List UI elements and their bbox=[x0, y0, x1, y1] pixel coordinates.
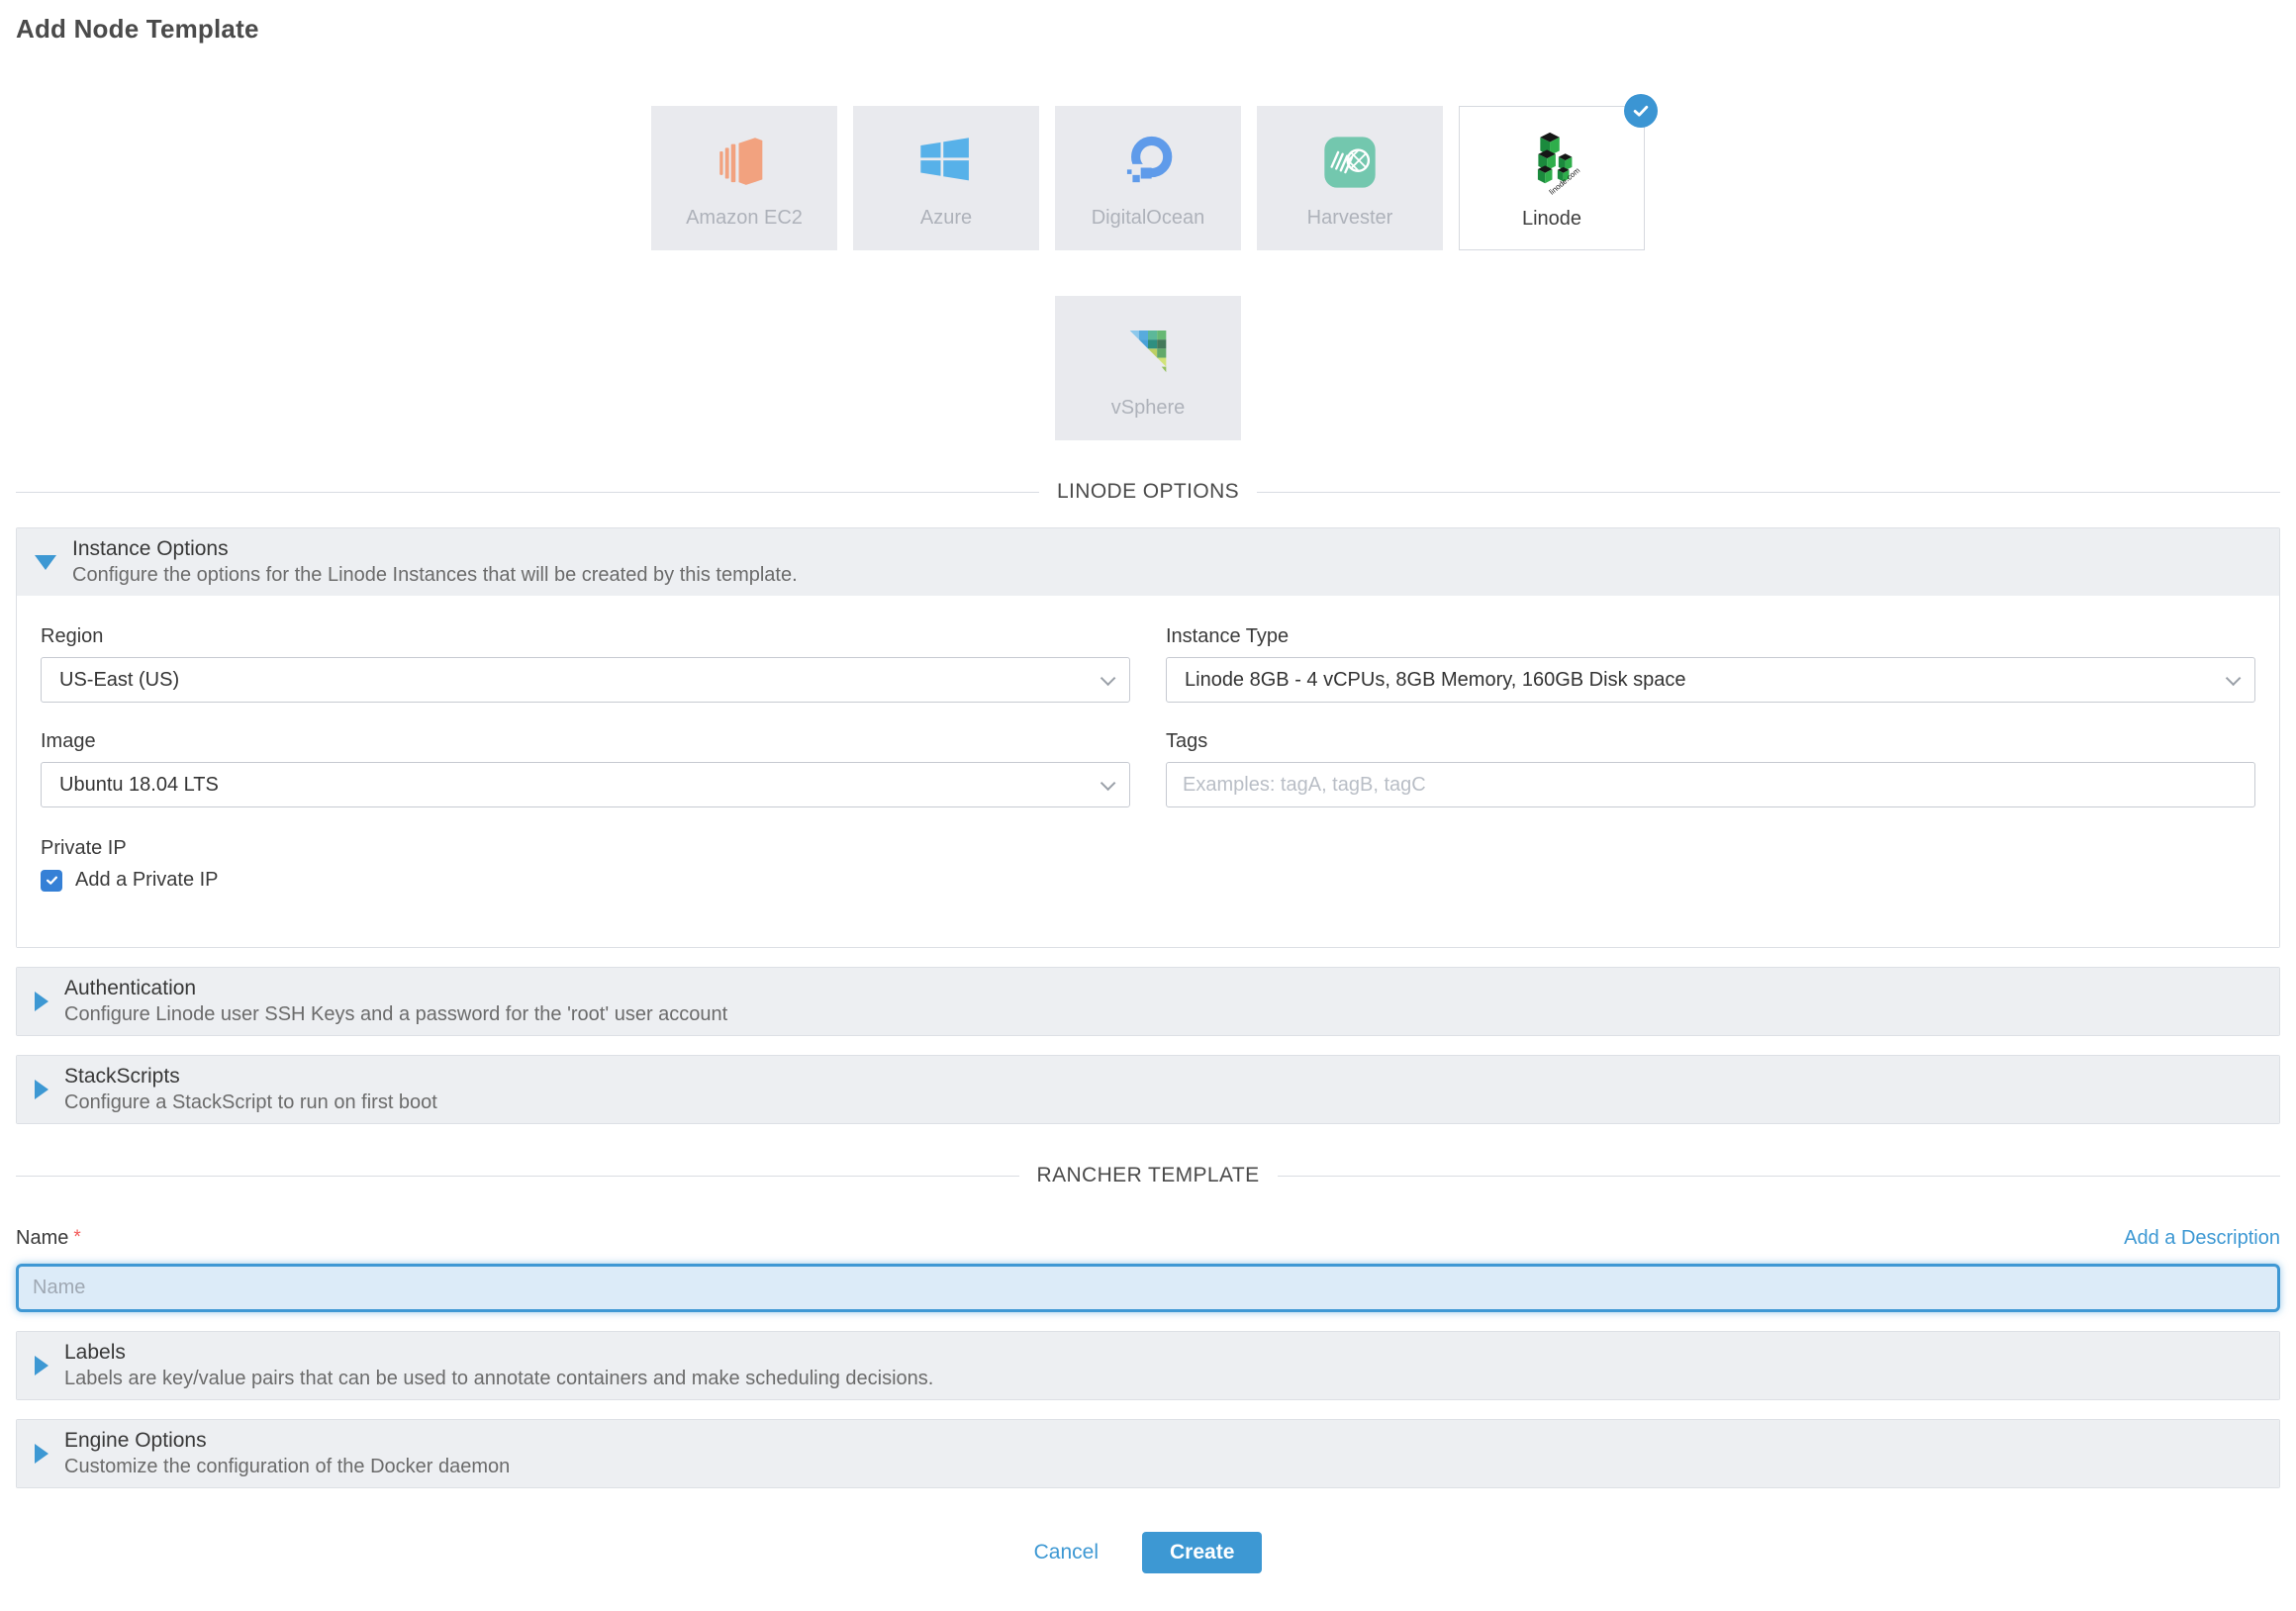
instance-type-label: Instance Type bbox=[1166, 625, 2255, 648]
section-title: Instance Options bbox=[72, 537, 798, 561]
page-title: Add Node Template bbox=[16, 14, 2280, 45]
section-labels: Labels Labels are key/value pairs that c… bbox=[16, 1331, 2280, 1400]
triangle-right-icon bbox=[35, 1444, 48, 1464]
check-icon bbox=[45, 873, 59, 888]
triangle-right-icon bbox=[35, 992, 48, 1011]
divider-line bbox=[16, 1176, 1019, 1177]
instance-options-header-text: Instance Options Configure the options f… bbox=[72, 537, 798, 587]
engine-options-header[interactable]: Engine Options Customize the configurati… bbox=[17, 1420, 2279, 1487]
provider-card-amazon-ec2[interactable]: Amazon EC2 bbox=[651, 106, 837, 250]
divider-line bbox=[1257, 492, 2280, 493]
stackscripts-header-text: StackScripts Configure a StackScript to … bbox=[64, 1065, 437, 1114]
region-select-value: US-East (US) bbox=[59, 669, 179, 692]
provider-card-harvester[interactable]: Harvester bbox=[1257, 106, 1443, 250]
section-subtitle: Configure Linode user SSH Keys and a pas… bbox=[64, 1003, 727, 1026]
divider-line bbox=[1278, 1176, 2281, 1177]
section-subtitle: Labels are key/value pairs that can be u… bbox=[64, 1368, 933, 1390]
divider-label: RANCHER TEMPLATE bbox=[1037, 1164, 1260, 1187]
add-node-template-page: Add Node Template Amazon EC2 bbox=[0, 0, 2296, 1611]
linode-icon: linode.com bbox=[1517, 107, 1586, 206]
private-ip-checkbox-row[interactable]: Add a Private IP bbox=[41, 869, 2255, 892]
provider-card-label: Linode bbox=[1522, 208, 1581, 231]
section-title: StackScripts bbox=[64, 1065, 437, 1089]
divider-line bbox=[16, 492, 1039, 493]
private-ip-checkbox-label: Add a Private IP bbox=[75, 869, 219, 892]
divider-label: LINODE OPTIONS bbox=[1057, 480, 1239, 504]
region-label: Region bbox=[41, 625, 1130, 648]
triangle-right-icon bbox=[35, 1080, 48, 1099]
rancher-template-divider: RANCHER TEMPLATE bbox=[16, 1164, 2280, 1187]
authentication-header-text: Authentication Configure Linode user SSH… bbox=[64, 977, 727, 1026]
name-label-text: Name bbox=[16, 1227, 68, 1249]
instance-options-body: Region US-East (US) Instance Type Linode… bbox=[17, 596, 2279, 947]
section-authentication: Authentication Configure Linode user SSH… bbox=[16, 967, 2280, 1036]
provider-cards-row-1: Amazon EC2 Azure bbox=[16, 106, 2280, 250]
instance-type-field: Instance Type Linode 8GB - 4 vCPUs, 8GB … bbox=[1166, 625, 2255, 703]
linode-options-divider: LINODE OPTIONS bbox=[16, 480, 2280, 504]
tags-field: Tags bbox=[1166, 730, 2255, 807]
authentication-header[interactable]: Authentication Configure Linode user SSH… bbox=[17, 968, 2279, 1035]
section-stackscripts: StackScripts Configure a StackScript to … bbox=[16, 1055, 2280, 1124]
provider-cards-row-2: vSphere bbox=[16, 296, 2280, 440]
engine-options-header-text: Engine Options Customize the configurati… bbox=[64, 1429, 510, 1478]
stackscripts-header[interactable]: StackScripts Configure a StackScript to … bbox=[17, 1056, 2279, 1123]
provider-card-vsphere[interactable]: vSphere bbox=[1055, 296, 1241, 440]
azure-icon bbox=[913, 106, 979, 205]
chevron-down-icon bbox=[1100, 775, 1116, 791]
provider-card-linode[interactable]: linode.com Linode bbox=[1459, 106, 1645, 250]
name-input[interactable] bbox=[16, 1264, 2280, 1312]
chevron-down-icon bbox=[1100, 670, 1116, 686]
selected-check-badge-icon bbox=[1624, 94, 1658, 128]
tags-label: Tags bbox=[1166, 730, 2255, 753]
provider-card-digitalocean[interactable]: DigitalOcean bbox=[1055, 106, 1241, 250]
instance-type-select-value: Linode 8GB - 4 vCPUs, 8GB Memory, 160GB … bbox=[1185, 669, 1686, 692]
name-block: Name* Add a Description bbox=[16, 1227, 2280, 1312]
labels-header-text: Labels Labels are key/value pairs that c… bbox=[64, 1341, 933, 1390]
chevron-down-icon bbox=[2226, 670, 2242, 686]
section-subtitle: Customize the configuration of the Docke… bbox=[64, 1456, 510, 1478]
harvester-icon bbox=[1317, 106, 1383, 205]
provider-card-azure[interactable]: Azure bbox=[853, 106, 1039, 250]
provider-card-label: vSphere bbox=[1111, 397, 1186, 420]
provider-card-label: Azure bbox=[920, 207, 972, 230]
image-select[interactable]: Ubuntu 18.04 LTS bbox=[41, 762, 1130, 807]
tags-input[interactable] bbox=[1166, 762, 2255, 807]
instance-options-header[interactable]: Instance Options Configure the options f… bbox=[17, 528, 2279, 596]
required-asterisk: * bbox=[73, 1227, 80, 1248]
digitalocean-icon bbox=[1115, 106, 1181, 205]
name-label: Name* bbox=[16, 1227, 81, 1250]
triangle-down-icon bbox=[35, 555, 56, 570]
provider-card-label: Amazon EC2 bbox=[686, 207, 803, 230]
section-subtitle: Configure the options for the Linode Ins… bbox=[72, 564, 798, 587]
provider-picker: Amazon EC2 Azure bbox=[16, 106, 2280, 440]
add-description-link[interactable]: Add a Description bbox=[2124, 1227, 2280, 1250]
amazon-ec2-icon bbox=[712, 106, 777, 205]
section-subtitle: Configure a StackScript to run on first … bbox=[64, 1091, 437, 1114]
labels-header[interactable]: Labels Labels are key/value pairs that c… bbox=[17, 1332, 2279, 1399]
create-button[interactable]: Create bbox=[1142, 1532, 1262, 1573]
region-field: Region US-East (US) bbox=[41, 625, 1130, 703]
section-title: Labels bbox=[64, 1341, 933, 1365]
private-ip-checkbox[interactable] bbox=[41, 870, 62, 892]
provider-card-label: Harvester bbox=[1307, 207, 1393, 230]
section-title: Authentication bbox=[64, 977, 727, 1000]
image-label: Image bbox=[41, 730, 1130, 753]
image-field: Image Ubuntu 18.04 LTS bbox=[41, 730, 1130, 807]
private-ip-label: Private IP bbox=[41, 837, 2255, 860]
section-engine-options: Engine Options Customize the configurati… bbox=[16, 1419, 2280, 1488]
provider-card-label: DigitalOcean bbox=[1092, 207, 1205, 230]
section-title: Engine Options bbox=[64, 1429, 510, 1453]
vsphere-icon bbox=[1115, 296, 1181, 395]
footer-actions: Cancel Create bbox=[16, 1532, 2280, 1573]
cancel-button[interactable]: Cancel bbox=[1034, 1541, 1099, 1564]
instance-type-select[interactable]: Linode 8GB - 4 vCPUs, 8GB Memory, 160GB … bbox=[1166, 657, 2255, 703]
image-select-value: Ubuntu 18.04 LTS bbox=[59, 774, 219, 797]
section-instance-options: Instance Options Configure the options f… bbox=[16, 527, 2280, 948]
private-ip-field: Private IP Add a Private IP bbox=[41, 837, 2255, 892]
triangle-right-icon bbox=[35, 1356, 48, 1375]
region-select[interactable]: US-East (US) bbox=[41, 657, 1130, 703]
